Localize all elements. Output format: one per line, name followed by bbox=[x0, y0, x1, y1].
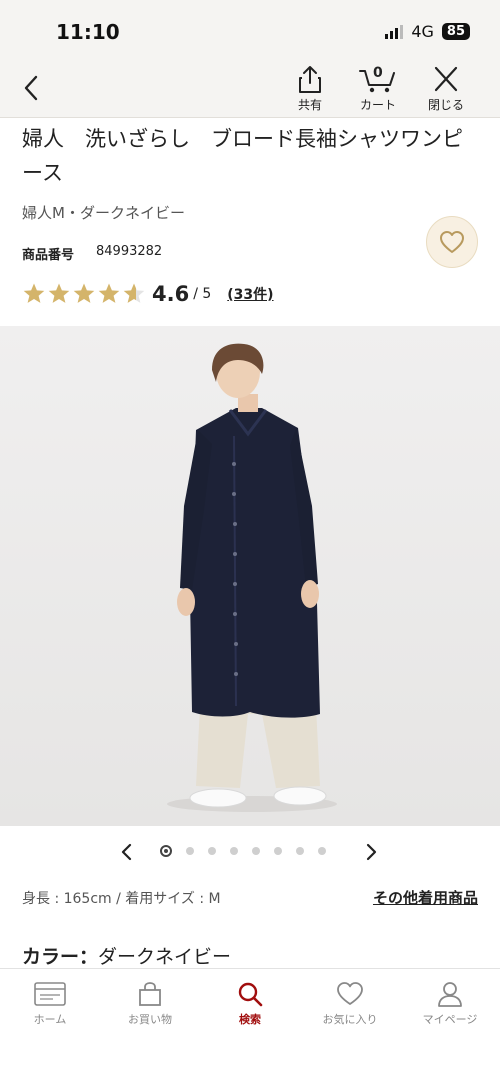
heart-icon bbox=[440, 231, 464, 253]
person-icon bbox=[438, 982, 462, 1007]
home-card-icon bbox=[34, 982, 66, 1006]
battery-level: 85 bbox=[441, 23, 470, 40]
tab-mypage[interactable]: マイページ bbox=[400, 969, 500, 1080]
bottom-tab-bar: ホーム お買い物 検索 お気に入り マイページ bbox=[0, 968, 500, 1080]
tab-favorites-label: お気に入り bbox=[322, 1013, 378, 1026]
tab-home-label: ホーム bbox=[33, 1013, 67, 1026]
star-icon bbox=[98, 283, 120, 303]
status-indicators: 4G 85 bbox=[385, 22, 470, 41]
rating-stars bbox=[22, 282, 146, 306]
rating-max: / 5 bbox=[193, 286, 212, 302]
carousel-dot[interactable] bbox=[296, 847, 304, 855]
carousel-dot[interactable] bbox=[230, 847, 238, 855]
product-header: 婦人 洗いざらし ブロード長袖シャツワンピース 婦人M・ダークネイビー 商品番号… bbox=[0, 118, 500, 326]
rating-value: 4.6 bbox=[152, 282, 190, 306]
heart-icon bbox=[337, 982, 363, 1005]
carousel-dot[interactable] bbox=[160, 845, 172, 857]
carousel-dot[interactable] bbox=[252, 847, 260, 855]
signal-icon bbox=[385, 24, 404, 39]
chevron-left-icon bbox=[121, 843, 132, 861]
back-button[interactable] bbox=[14, 70, 48, 106]
rating-row: 4.6 / 5 (33件) bbox=[22, 282, 274, 306]
share-label: 共有 bbox=[297, 98, 322, 112]
star-icon bbox=[73, 283, 95, 303]
color-label: カラー： bbox=[22, 946, 99, 968]
tab-mypage-label: マイページ bbox=[422, 1013, 478, 1026]
carousel-dot[interactable] bbox=[318, 847, 326, 855]
carousel-dots bbox=[160, 845, 326, 857]
close-button[interactable]: 閉じる bbox=[418, 64, 474, 116]
share-icon bbox=[299, 66, 321, 93]
shopping-bag-icon bbox=[139, 982, 161, 1006]
color-value: ダークネイビー bbox=[98, 946, 232, 968]
product-size-color: 婦人M・ダークネイビー bbox=[22, 204, 185, 222]
carousel-dot[interactable] bbox=[208, 847, 216, 855]
star-icon bbox=[23, 283, 45, 303]
tab-search[interactable]: 検索 bbox=[200, 969, 300, 1080]
review-count-link[interactable]: (33件) bbox=[227, 284, 273, 304]
carousel-prev-button[interactable] bbox=[114, 840, 138, 864]
status-bar: 11:10 4G 85 bbox=[0, 0, 500, 60]
other-worn-items-link[interactable]: その他着用商品 bbox=[373, 887, 478, 908]
cart-button[interactable]: 0 カート bbox=[350, 64, 406, 116]
image-carousel-nav bbox=[0, 836, 500, 868]
tab-shopping[interactable]: お買い物 bbox=[100, 969, 200, 1080]
cart-count: 0 bbox=[373, 65, 383, 81]
chevron-right-icon bbox=[366, 843, 377, 861]
star-icon bbox=[48, 283, 70, 303]
product-image[interactable] bbox=[0, 326, 500, 826]
search-icon bbox=[238, 982, 263, 1007]
cart-label: カート bbox=[359, 98, 396, 112]
share-button[interactable]: 共有 bbox=[282, 64, 338, 116]
star-icon bbox=[123, 283, 145, 303]
tab-shopping-label: お買い物 bbox=[128, 1013, 172, 1026]
carousel-next-button[interactable] bbox=[360, 840, 384, 864]
status-time: 11:10 bbox=[56, 20, 120, 44]
product-title: 婦人 洗いざらし ブロード長袖シャツワンピース bbox=[22, 127, 463, 185]
chevron-left-icon bbox=[24, 75, 38, 101]
tab-search-label: 検索 bbox=[239, 1013, 261, 1026]
product-code-row: 商品番号 84993282 bbox=[22, 244, 162, 263]
product-code-value: 84993282 bbox=[96, 244, 163, 259]
carousel-dot[interactable] bbox=[274, 847, 282, 855]
model-photo bbox=[0, 326, 500, 826]
top-nav-bar: 共有 0 カート 閉じる bbox=[0, 60, 500, 118]
network-type: 4G bbox=[411, 22, 434, 41]
model-info: 身長 : 165cm / 着用サイズ : M bbox=[22, 890, 221, 907]
model-info-row: 身長 : 165cm / 着用サイズ : M その他着用商品 bbox=[22, 887, 478, 908]
close-label: 閉じる bbox=[427, 98, 464, 112]
favorite-button[interactable] bbox=[426, 216, 478, 268]
carousel-dot[interactable] bbox=[186, 847, 194, 855]
product-code-label: 商品番号 bbox=[22, 248, 75, 263]
tab-home[interactable]: ホーム bbox=[0, 969, 100, 1080]
color-row: カラー：ダークネイビー bbox=[22, 942, 231, 969]
tab-favorites[interactable]: お気に入り bbox=[300, 969, 400, 1080]
close-icon bbox=[434, 66, 458, 92]
